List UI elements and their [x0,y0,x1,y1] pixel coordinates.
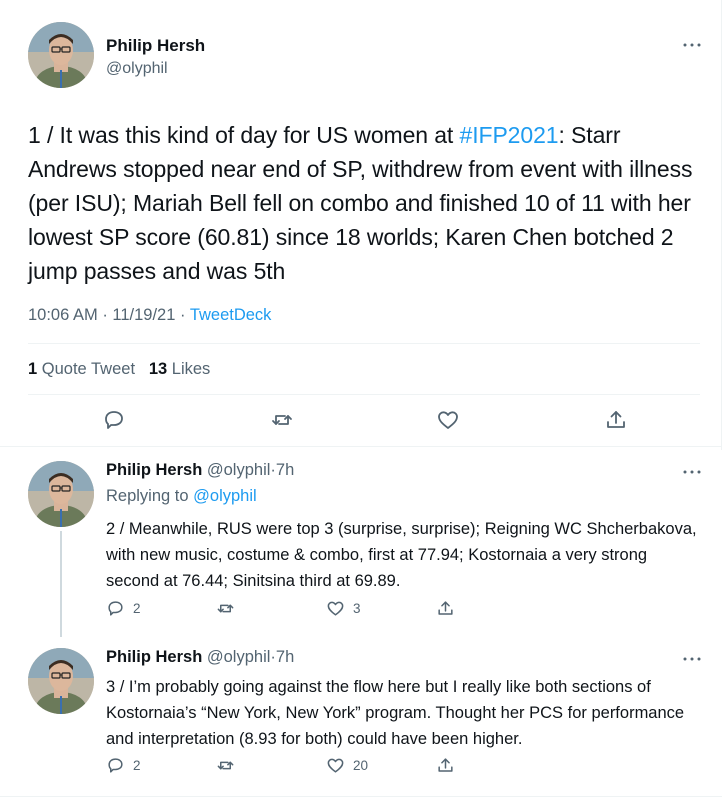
reply-button[interactable]: 2 [106,598,141,618]
divider [28,394,700,395]
like-count: 3 [353,600,361,616]
main-tweet: Philip Hersh @olyphil 1 / It was this ki… [0,0,722,450]
reply-count: 2 [133,600,141,616]
retweet-icon[interactable] [270,408,294,432]
like-count: 13 [148,360,168,378]
reply-icon[interactable] [102,408,126,432]
reply-button[interactable]: 2 [106,755,141,775]
thread-line [60,531,62,637]
author-handle[interactable]: @olyphil [106,60,168,78]
author-name[interactable]: Philip Hersh [106,461,202,479]
avatar[interactable] [28,648,94,714]
hashtag-link[interactable]: #IFP2021 [460,122,559,148]
tweet-actions [0,408,722,436]
reply-icon [108,600,123,616]
replying-label: Replying to [106,487,189,505]
avatar[interactable] [28,461,94,527]
replying-to: Replying to @olyphil [106,487,257,506]
tweet-source-link[interactable]: TweetDeck [190,306,272,324]
retweet-button[interactable] [216,598,243,618]
separator: · [102,306,108,324]
tweet-text: 1 / It was this kind of day for US women… [28,118,708,288]
author-handle[interactable]: @olyphil [207,461,271,479]
reply-actions: 2 20 [106,755,486,775]
more-icon[interactable] [682,467,702,477]
share-icon [438,757,453,772]
like-button[interactable]: 3 [326,598,361,618]
retweet-icon [217,761,234,769]
like-icon [327,601,344,616]
author-name[interactable]: Philip Hersh [106,648,202,666]
retweet-icon [217,604,234,612]
like-icon [327,758,344,773]
tweet-age[interactable]: 7h [276,461,294,479]
share-icon[interactable] [604,408,628,432]
share-button[interactable] [436,598,455,618]
reply-icon [108,757,123,773]
quote-label: Quote Tweet [41,360,136,378]
tweet-text: 3 / I’m probably going against the flow … [106,678,685,748]
reply-count: 2 [133,757,141,773]
divider [0,796,722,797]
divider [28,343,700,344]
reply-header: Philip Hersh @olyphil·7h [106,648,294,667]
retweet-button[interactable] [216,755,243,775]
tweet-text-part: 1 / It was this kind of day for US women… [28,122,460,148]
reply-actions: 2 3 [106,598,486,618]
avatar[interactable] [28,22,94,88]
quote-tweets-link[interactable]: 1 Quote Tweet [28,360,135,378]
tweet-age[interactable]: 7h [276,648,294,666]
replying-to-link[interactable]: @olyphil [193,487,257,505]
author-handle[interactable]: @olyphil [207,648,271,666]
tweet-text: 2 / Meanwhile, RUS were top 3 (surprise,… [106,520,697,590]
quote-count: 1 [28,360,38,378]
share-icon [438,600,453,615]
share-button[interactable] [436,755,455,775]
like-button[interactable]: 20 [326,755,368,775]
separator: · [180,306,186,324]
like-count: 20 [353,757,369,773]
tweet-time[interactable]: 10:06 AM [28,306,98,324]
reply-tweet[interactable]: Philip Hersh @olyphil·7h 3 / I’m probabl… [0,637,722,800]
tweet-stats: 1 Quote Tweet 13 Likes [28,360,210,379]
author-name[interactable]: Philip Hersh [106,36,205,56]
likes-label: Likes [171,360,211,378]
reply-header: Philip Hersh @olyphil·7h [106,461,294,480]
more-icon[interactable] [682,40,702,50]
likes-link[interactable]: 13 Likes [149,360,210,378]
more-icon[interactable] [682,654,702,664]
reply-tweet[interactable]: Philip Hersh @olyphil·7h Replying to @ol… [0,447,722,637]
tweet-meta: 10:06 AM · 11/19/21 · TweetDeck [28,306,271,325]
tweet-date[interactable]: 11/19/21 [112,306,175,324]
like-icon[interactable] [436,408,460,432]
